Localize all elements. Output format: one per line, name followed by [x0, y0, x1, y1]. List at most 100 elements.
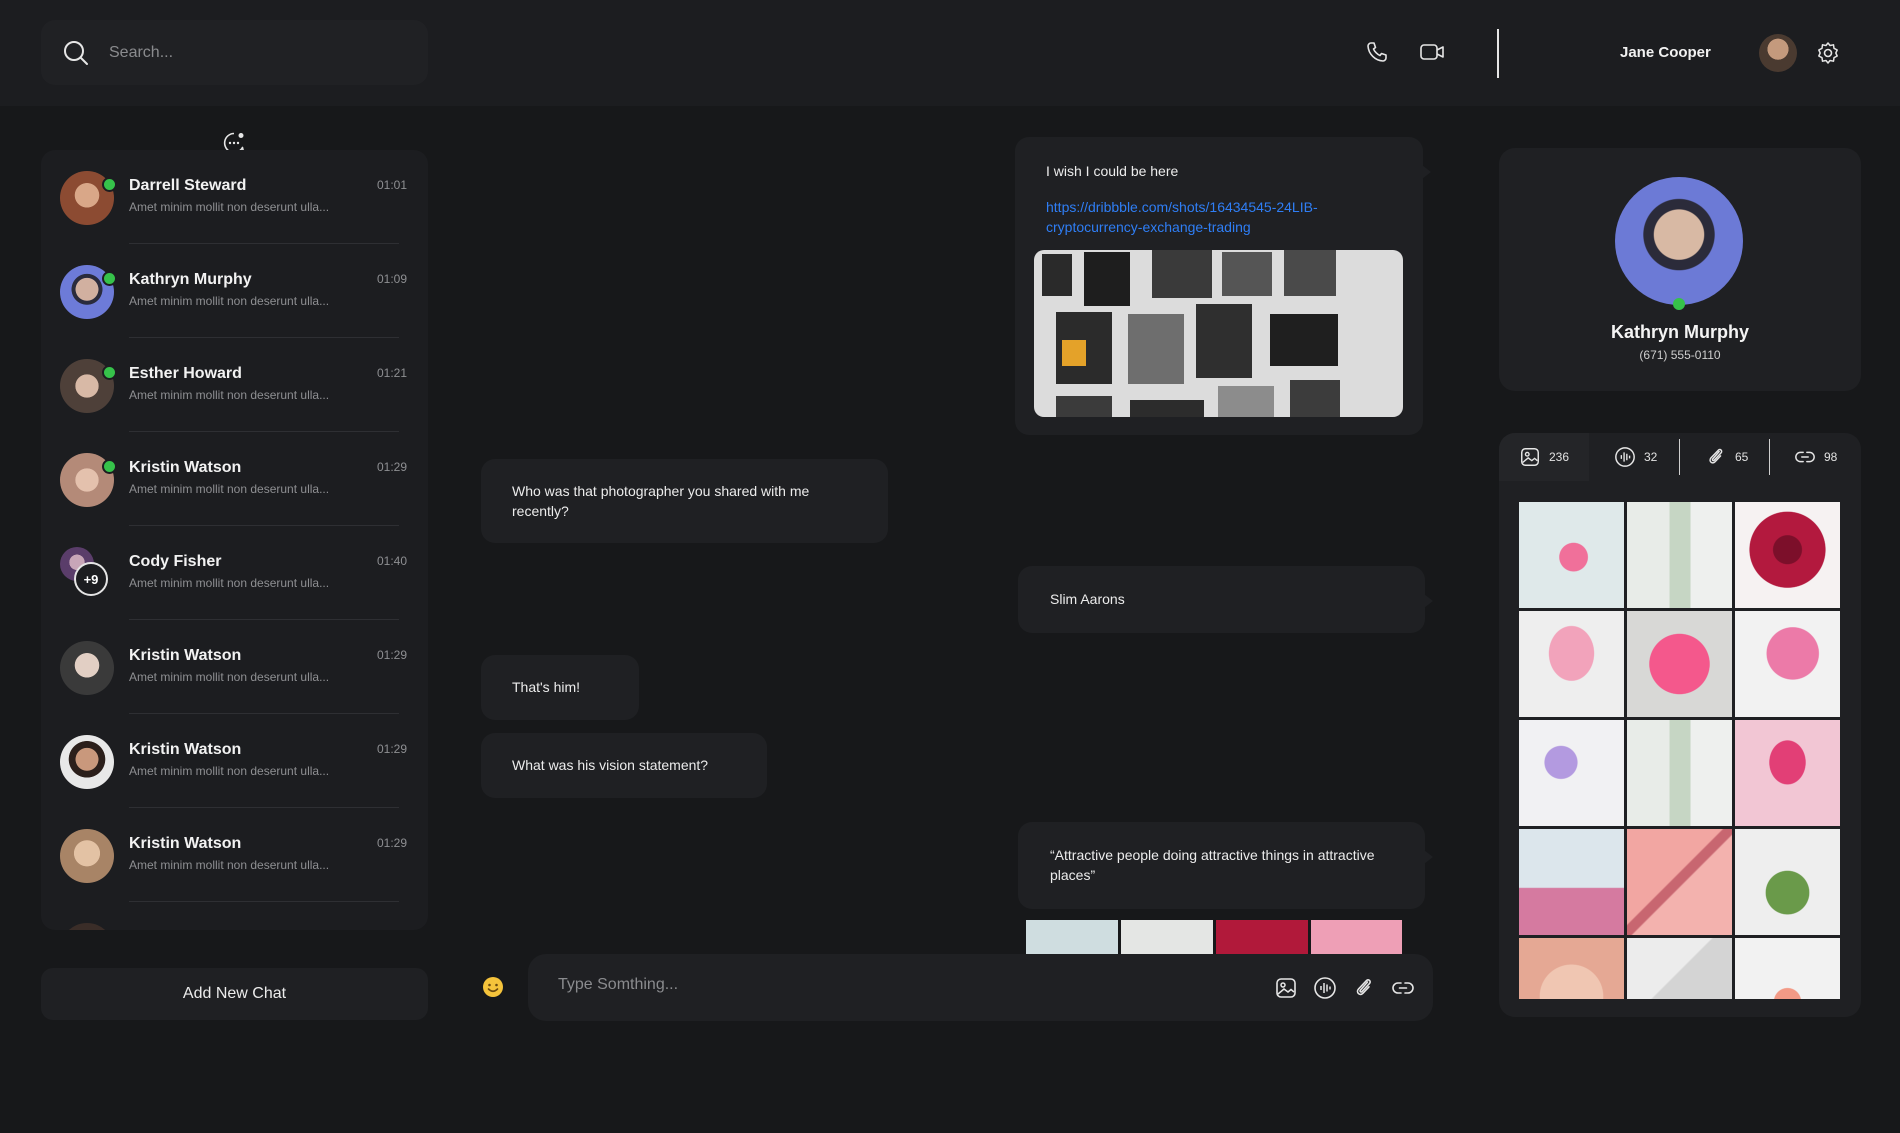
chat-item-group[interactable]: +9 Cody Fisher Amet minim mollit non des… [41, 526, 428, 620]
media-thumbnail[interactable] [1627, 611, 1732, 717]
chat-name: Cody Fisher [129, 553, 222, 570]
message-outgoing: Slim Aarons [1018, 566, 1433, 633]
chat-time: 01:01 [377, 178, 408, 192]
chat-preview: Amet minim mollit non deserunt ulla... [129, 670, 330, 684]
media-thumbnail[interactable] [1519, 829, 1624, 935]
chat-preview: Amet minim mollit non deserunt ulla... [129, 294, 330, 308]
header-divider [1497, 29, 1499, 78]
chat-time: 01:21 [377, 366, 408, 380]
message-text: What was his vision statement? [512, 757, 709, 773]
media-thumbnail[interactable] [1627, 720, 1732, 826]
profile-name: Kathryn Murphy [1610, 322, 1749, 342]
attachment-icon[interactable] [1352, 976, 1376, 1000]
message-text: “Attractive people doing attractive thin… [1050, 847, 1375, 883]
chat-preview: Amet minim mollit non deserunt ulla... [129, 200, 330, 214]
media-thumbnail[interactable] [1519, 938, 1624, 999]
search-bar[interactable] [41, 20, 428, 85]
link-icon [1795, 451, 1815, 463]
tab-divider [1769, 439, 1770, 475]
tab-links[interactable]: 98 [1794, 433, 1837, 481]
chat-time: 01:29 [377, 836, 408, 850]
chat-item[interactable]: Esther Howard Amet minim mollit non dese… [41, 338, 428, 432]
chat-item[interactable]: Kathryn Murphy Amet minim mollit non des… [41, 244, 428, 338]
avatar [60, 735, 114, 789]
message-link[interactable]: https://dribbble.com/shots/16434545-24LI… [1046, 197, 1366, 237]
tab-images[interactable]: 236 [1499, 433, 1589, 481]
link-icon[interactable] [1391, 976, 1415, 1000]
profile-card: Kathryn Murphy (671) 555-0110 [1499, 148, 1861, 391]
chat-name: Kristin Watson [129, 835, 242, 852]
message-image-strip[interactable] [1026, 920, 1402, 954]
tab-audio[interactable]: 32 [1614, 433, 1657, 481]
current-user-name: Jane Cooper [1620, 44, 1711, 61]
phone-icon[interactable] [1363, 38, 1391, 66]
message-incoming: Who was that photographer you shared wit… [481, 459, 888, 543]
image-icon [1521, 448, 1539, 466]
online-indicator [102, 459, 117, 474]
chat-name: Esther Howard [129, 365, 242, 382]
message-composer [528, 954, 1433, 1021]
media-thumbnail[interactable] [1735, 938, 1840, 999]
message-text: Slim Aarons [1050, 591, 1125, 607]
video-icon[interactable] [1418, 38, 1446, 66]
audio-icon [1615, 447, 1635, 467]
search-input[interactable] [109, 43, 389, 62]
chat-name: Kristin Watson [129, 647, 242, 664]
chat-item[interactable]: Kristin Watson Amet minim mollit non des… [41, 714, 428, 808]
current-user-avatar[interactable] [1759, 34, 1797, 72]
gear-icon[interactable] [1814, 39, 1842, 67]
add-new-chat-button[interactable]: Add New Chat [41, 968, 428, 1020]
media-thumbnail[interactable] [1627, 502, 1732, 608]
chat-time: 01:29 [377, 460, 408, 474]
chat-name: Kristin Watson [129, 459, 242, 476]
audio-icon[interactable] [1313, 976, 1337, 1000]
message-image[interactable] [1034, 250, 1403, 417]
online-indicator [1673, 298, 1685, 310]
chat-item[interactable]: Kristin Watson Amet minim mollit non des… [41, 808, 428, 902]
online-indicator [102, 271, 117, 286]
chat-name: Kathryn Murphy [129, 271, 252, 288]
message-outgoing: “Attractive people doing attractive thin… [1018, 822, 1433, 909]
chat-item[interactable]: Kristin Watson Amet minim mollit non des… [41, 432, 428, 526]
chat-name: Darrell Steward [129, 177, 247, 194]
emoji-icon[interactable] [481, 975, 505, 999]
top-bar: Jane Cooper [0, 0, 1900, 106]
message-incoming: What was his vision statement? [481, 733, 767, 798]
chat-item[interactable]: Darrell Steward Amet minim mollit non de… [41, 150, 428, 244]
media-thumbnail[interactable] [1519, 611, 1624, 717]
chat-preview: Amet minim mollit non deserunt ulla... [129, 576, 330, 590]
message-incoming: That's him! [481, 655, 639, 720]
profile-phone: (671) 555-0110 [1639, 348, 1721, 362]
media-thumbnail[interactable] [1735, 720, 1840, 826]
group-count-badge: +9 [74, 562, 108, 596]
tab-count: 65 [1735, 450, 1749, 464]
image-icon[interactable] [1274, 976, 1298, 1000]
chat-preview: Amet minim mollit non deserunt ulla... [129, 764, 330, 778]
avatar [60, 641, 114, 695]
message-text: Who was that photographer you shared wit… [512, 483, 810, 519]
media-thumbnail[interactable] [1735, 829, 1840, 935]
online-indicator [102, 177, 117, 192]
tab-attachments[interactable]: 65 [1705, 433, 1748, 481]
chat-preview: Amet minim mollit non deserunt ulla... [129, 388, 330, 402]
media-thumbnail[interactable] [1519, 502, 1624, 608]
avatar [60, 923, 114, 930]
chat-preview: Amet minim mollit non deserunt ulla... [129, 482, 330, 496]
chat-time: 01:40 [377, 554, 408, 568]
chat-item[interactable]: Kristin Watson Amet minim mollit non des… [41, 620, 428, 714]
tab-divider [1679, 439, 1680, 475]
chat-time: 01:29 [377, 742, 408, 756]
media-thumbnail[interactable] [1627, 938, 1732, 999]
media-grid [1519, 502, 1840, 999]
chat-list: Darrell Steward Amet minim mollit non de… [41, 150, 428, 930]
media-thumbnail[interactable] [1519, 720, 1624, 826]
media-thumbnail[interactable] [1735, 502, 1840, 608]
profile-avatar[interactable] [1615, 177, 1743, 305]
media-thumbnail[interactable] [1735, 611, 1840, 717]
online-indicator [102, 365, 117, 380]
search-icon [64, 40, 88, 65]
media-thumbnail[interactable] [1627, 829, 1732, 935]
avatar [60, 829, 114, 883]
chat-item-partial[interactable] [41, 902, 428, 930]
message-input[interactable] [558, 976, 1158, 994]
